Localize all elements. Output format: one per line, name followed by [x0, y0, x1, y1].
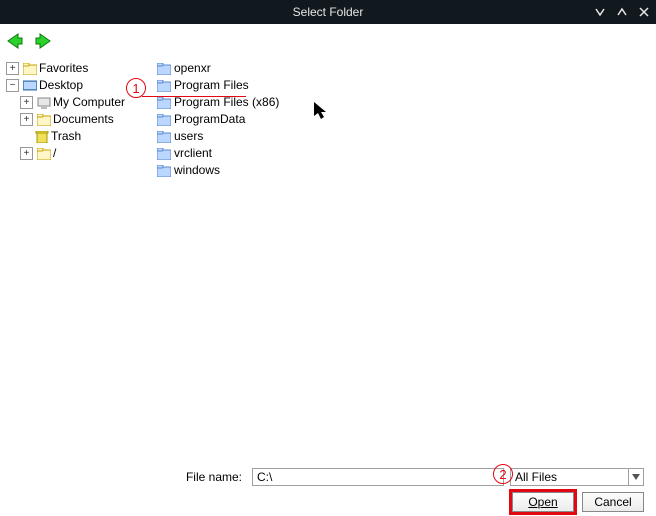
tree-item-favorites[interactable]: + Favorites	[6, 60, 154, 77]
minimize-icon[interactable]	[594, 6, 606, 18]
folder-list: openxrProgram FilesProgram Files (x86)Pr…	[154, 58, 656, 464]
forward-button[interactable]	[34, 33, 52, 49]
close-icon[interactable]	[638, 6, 650, 18]
tree-item-my-computer[interactable]: + My Computer	[20, 94, 154, 111]
folder-icon	[37, 148, 51, 160]
open-button[interactable]: Open	[512, 492, 574, 512]
back-button[interactable]	[6, 33, 24, 49]
window-controls	[594, 0, 650, 24]
list-item-label: windows	[174, 162, 220, 179]
list-item[interactable]: ProgramData	[157, 111, 656, 128]
tree-label: /	[53, 145, 56, 162]
tree-label: Trash	[51, 128, 81, 145]
tree-item-root[interactable]: + /	[20, 145, 154, 162]
tree-item-trash[interactable]: Trash	[20, 128, 154, 145]
tree-item-desktop[interactable]: − Desktop	[6, 77, 154, 94]
maximize-icon[interactable]	[616, 6, 628, 18]
folder-icon	[157, 80, 171, 92]
expand-icon[interactable]: +	[6, 62, 19, 75]
list-item-label: Program Files (x86)	[174, 94, 279, 111]
tree-label: My Computer	[53, 94, 125, 111]
tree-label: Desktop	[39, 77, 83, 94]
folder-icon	[157, 165, 171, 177]
list-item[interactable]: users	[157, 128, 656, 145]
file-type-select[interactable]: All Files	[510, 468, 644, 486]
bottom-bar: File name: All Files Open Cancel 2	[0, 464, 656, 516]
window-title: Select Folder	[0, 5, 656, 19]
folder-tree: + Favorites − Desktop	[0, 58, 154, 464]
expand-icon[interactable]: +	[20, 96, 33, 109]
desktop-icon	[23, 80, 37, 92]
folder-icon	[157, 114, 171, 126]
chevron-down-icon[interactable]	[628, 469, 643, 485]
list-item-label: openxr	[174, 60, 211, 77]
list-item[interactable]: Program Files	[157, 77, 656, 94]
filename-label: File name:	[10, 470, 246, 484]
list-item-label: users	[174, 128, 203, 145]
list-item[interactable]: Program Files (x86)	[157, 94, 656, 111]
folder-icon	[157, 131, 171, 143]
filename-input[interactable]	[252, 468, 504, 486]
expand-icon[interactable]: +	[20, 147, 33, 160]
computer-icon	[37, 97, 51, 109]
expand-icon[interactable]: +	[20, 113, 33, 126]
folder-icon	[37, 114, 51, 126]
tree-label: Documents	[53, 111, 114, 128]
list-item-label: Program Files	[174, 77, 249, 94]
file-type-label: All Files	[511, 469, 628, 485]
cancel-button[interactable]: Cancel	[582, 492, 644, 512]
folder-icon	[23, 63, 37, 75]
folder-icon	[157, 97, 171, 109]
titlebar: Select Folder	[0, 0, 656, 24]
folder-icon	[157, 63, 171, 75]
list-item[interactable]: openxr	[157, 60, 656, 77]
tree-label: Favorites	[39, 60, 88, 77]
list-item[interactable]: vrclient	[157, 145, 656, 162]
list-item[interactable]: windows	[157, 162, 656, 179]
list-item-label: vrclient	[174, 145, 212, 162]
list-item-label: ProgramData	[174, 111, 245, 128]
tree-item-documents[interactable]: + Documents	[20, 111, 154, 128]
nav-toolbar	[0, 24, 656, 58]
folder-icon	[157, 148, 171, 160]
collapse-icon[interactable]: −	[6, 79, 19, 92]
trash-icon	[35, 131, 49, 143]
